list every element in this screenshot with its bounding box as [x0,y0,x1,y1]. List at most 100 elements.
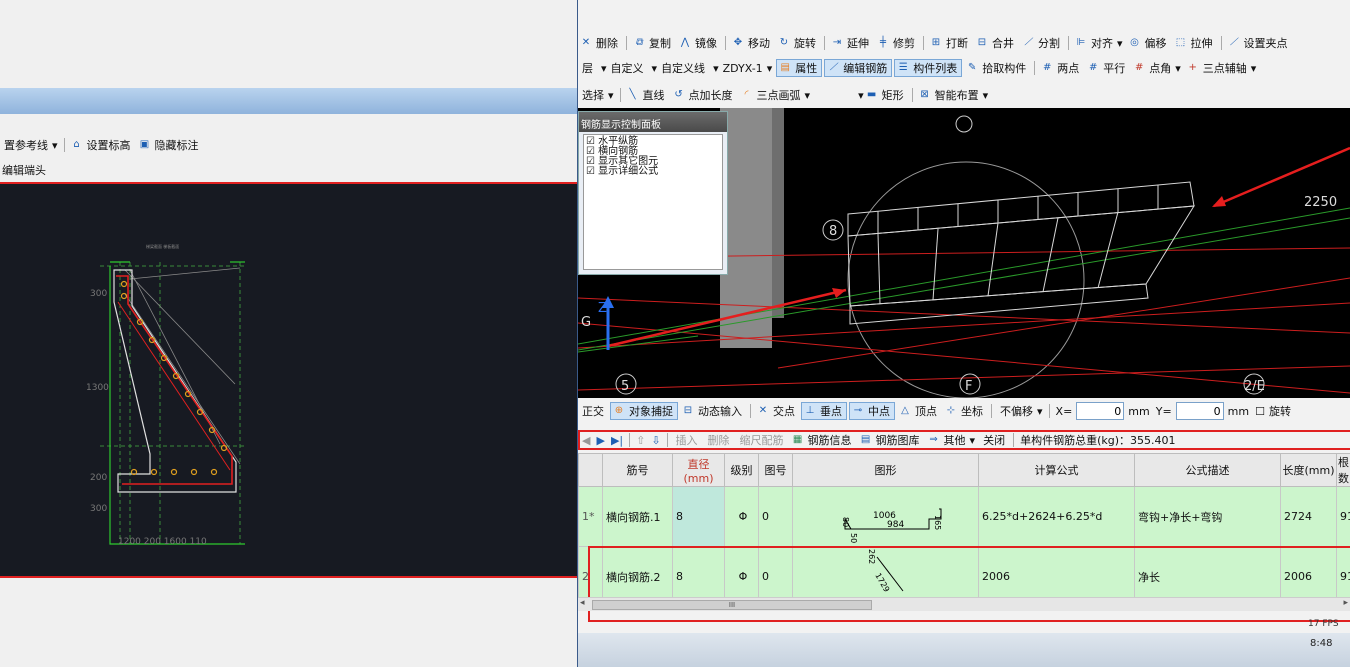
perpendicular-snap[interactable]: ⊥ 垂点 [801,402,847,420]
custom-select[interactable]: ▾ 自定义 [599,60,648,76]
table-row[interactable]: 1* 横向钢筋.1 8 Φ 0 1006 984 165 80 50 6.25*… [578,486,1350,547]
select-button[interactable]: 选择 ▾ [578,87,616,103]
extend-button[interactable]: ⇥ 延伸 [829,35,873,51]
cell-bar-name[interactable]: 横向钢筋.1 [602,486,673,547]
cell-length[interactable]: 2724 [1280,486,1337,547]
scale-rebar-button[interactable]: 缩尺配筋 [736,432,788,448]
shape-dim-984: 984 [887,520,904,530]
col-header-formula[interactable]: 计算公式 [978,453,1135,487]
component-list-button[interactable]: ☰ 构件列表 [894,59,963,77]
move-down-button[interactable]: ⇩ [649,434,662,447]
component-select[interactable]: ▾ ZDYX-1 ▾ [711,62,774,75]
three-point-arc-button[interactable]: ◜ 三点画弧 ▾ [739,87,813,103]
cell-shape[interactable]: 1006 984 165 80 50 [792,486,979,547]
dynamic-input-toggle[interactable]: ⊟ 动态输入 [680,403,746,419]
scroll-right-arrow[interactable]: ▸ [1343,598,1348,608]
ortho-toggle[interactable]: 正交 [578,403,608,419]
left-window: 置参考线 ▾ ⌂ 设置标高 ▣ 隐藏标注 编辑端头 300 1300 200 3… [0,0,577,667]
scroll-left-arrow[interactable]: ◂ [580,598,585,608]
break-button[interactable]: ⊞ 打断 [928,35,972,51]
nav-first-button[interactable]: ◀ [580,434,592,447]
scroll-thumb[interactable]: III [592,600,872,610]
cell-description[interactable]: 弯钩+净长+弯钩 [1134,486,1281,547]
col-header-diameter[interactable]: 直径(mm) [672,453,725,487]
y-coordinate-input[interactable] [1175,402,1224,420]
col-header-count[interactable]: 根数 [1336,453,1350,487]
vertex-icon: △ [901,405,909,416]
cell-grade[interactable]: Φ [724,486,759,547]
object-snap-toggle[interactable]: ⊕ 对象捕捉 [610,402,678,420]
edit-rebar-button[interactable]: ⟋ 编辑钢筋 [824,59,893,77]
vertex-snap[interactable]: △ 顶点 [897,403,941,419]
col-header-bar-no[interactable]: 筋号 [602,453,673,487]
set-elevation-button[interactable]: ⌂ 设置标高 [69,137,135,153]
col-header-shape[interactable]: 图形 [792,453,979,487]
delete-row-button[interactable]: 删除 [704,432,734,448]
cell-diameter[interactable]: 8 [672,486,725,547]
move-button[interactable]: ✥ 移动 [730,35,774,51]
intersection-snap[interactable]: ✕ 交点 [755,403,799,419]
split-button[interactable]: ⟋ 分割 [1020,35,1064,51]
axis-label-5: 5 [621,379,629,394]
point-length-button[interactable]: ↺ 点加长度 [671,87,737,103]
parallel-button[interactable]: # 平行 [1085,60,1129,76]
rebar-info-button[interactable]: ▦ 钢筋信息 [790,432,856,448]
grip-icon: ⟋ [1230,37,1238,48]
col-header-description[interactable]: 公式描述 [1134,453,1281,487]
point-angle-button[interactable]: # 点角 ▾ [1131,60,1183,76]
stretch-button[interactable]: ⬚ 拉伸 [1173,35,1217,51]
nav-next-button[interactable]: ▶ [594,434,606,447]
left-title-bar [0,88,577,114]
two-points-button[interactable]: # 两点 [1039,60,1083,76]
merge-button[interactable]: ⊟ 合井 [974,35,1018,51]
other-button[interactable]: ⇒ 其他 ▾ [926,432,978,448]
floor-select[interactable]: 层 [578,60,597,76]
stair-section-drawing: 300 1300 200 300 1200 200 1600 110 梯梁截面 … [86,243,245,547]
table-scrollbar[interactable]: ◂ III ▸ [578,597,1350,611]
pick-component-button[interactable]: ✎ 拾取构件 [964,60,1030,76]
trim-button[interactable]: ╪ 修剪 [875,35,919,51]
rectangle-button[interactable]: ▾ ▬ 矩形 [856,87,908,103]
properties-button[interactable]: ▤ 属性 [776,59,823,77]
rotate-button[interactable]: ↻ 旋转 [776,35,820,51]
two-points-icon: # [1043,62,1052,73]
offset-button[interactable]: ◎ 偏移 [1127,35,1171,51]
smart-layout-button[interactable]: ⊠ 智能布置 ▾ [917,87,991,103]
hide-annotation-button[interactable]: ▣ 隐藏标注 [137,137,203,153]
line-icon: ╲ [629,89,636,100]
grip-button[interactable]: ⟋ 设置夹点 [1226,35,1292,51]
rebar-info-icon: ▦ [792,434,803,445]
line-button[interactable]: ╲ 直线 [625,87,669,103]
left-toolbar: 置参考线 ▾ ⌂ 设置标高 ▣ 隐藏标注 [0,136,577,154]
close-button[interactable]: 关闭 [979,432,1009,448]
three-point-axis-button[interactable]: + 三点辅轴 ▾ [1185,60,1259,76]
copy-button[interactable]: ⧉ 复制 [631,35,675,51]
col-header-grade[interactable]: 级别 [724,453,759,487]
table-header-row: 筋号 直径(mm) 级别 图号 图形 计算公式 公式描述 长度(mm) 根数 [578,453,1350,487]
delete-button[interactable]: ✕ 删除 [578,35,622,51]
nav-last-button[interactable]: ▶| [609,434,625,447]
panel-item-show-formula[interactable]: ☑ 显示详细公式 [586,167,720,177]
rebar-library-button[interactable]: ▤ 钢筋图库 [858,432,924,448]
cell-count[interactable]: 91 [1336,486,1350,547]
cell-fig-no[interactable]: 0 [758,486,793,547]
rotate-checkbox[interactable]: ☐ 旋转 [1253,403,1295,419]
col-header-length[interactable]: 长度(mm) [1280,453,1337,487]
rebar-display-panel: 钢筋显示控制面板 ☑ 水平纵筋 ☑ 横向钢筋 ☑ 显示其它图元 ☑ 显示详细公式 [578,111,728,275]
draw-toolbar: 选择 ▾ ╲ 直线 ↺ 点加长度 ◜ 三点画弧 ▾ ▾ ▬ 矩形 ⊠ 智能布置 ▾ [578,86,1350,104]
ref-lines-button[interactable]: 置参考线 ▾ [0,137,60,153]
coordinate-snap[interactable]: ⊹ 坐标 [943,403,987,419]
offset-select[interactable]: 不偏移 ▾ [996,403,1045,419]
mirror-button[interactable]: ⋀ 镜像 [677,35,721,51]
midpoint-snap[interactable]: ⊸ 中点 [849,402,895,420]
snap-toolbar: 正交 ⊕ 对象捕捉 ⊟ 动态输入 ✕ 交点 ⊥ 垂点 ⊸ 中点 △ 顶点 ⊹ 坐标 不偏移 ▾… [578,400,1350,422]
insert-button[interactable]: 插入 [672,432,702,448]
section-canvas[interactable]: 300 1300 200 300 1200 200 1600 110 梯梁截面 … [0,182,577,578]
edit-end-button[interactable]: 编辑端头 [0,162,48,178]
move-up-button[interactable]: ⇧ [634,434,647,447]
align-button[interactable]: ⊫ 对齐 ▾ [1073,35,1125,51]
col-header-fig-no[interactable]: 图号 [758,453,793,487]
x-coordinate-input[interactable] [1076,402,1125,420]
cell-formula[interactable]: 6.25*d+2624+6.25*d [978,486,1135,547]
custom-line-select[interactable]: ▾ 自定义线 [650,60,710,76]
